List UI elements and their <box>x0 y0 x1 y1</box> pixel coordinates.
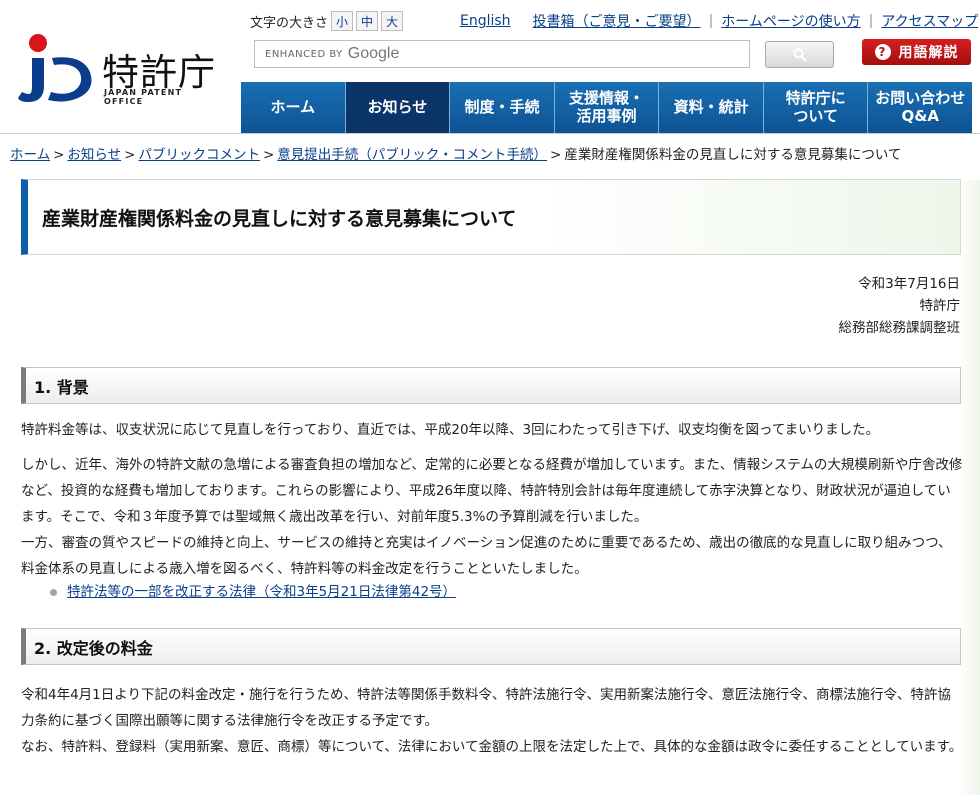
publication-date: 令和3年7月16日 <box>858 276 960 292</box>
nav-about[interactable]: 特許庁に ついて <box>762 82 868 133</box>
site-guide-link[interactable]: ホームページの使い方 <box>721 11 860 31</box>
nav-procedures[interactable]: 制度・手続 <box>449 82 554 133</box>
global-nav: ホーム お知らせ 制度・手続 支援情報・ 活用事例 資料・統計 特許庁に ついて… <box>241 82 973 133</box>
publication-info: 令和3年7月16日 特許庁 総務部総務課調整班 <box>839 273 961 339</box>
font-size-large-button[interactable]: 大 <box>381 11 404 31</box>
font-size-label: 文字の大きさ <box>250 15 329 31</box>
breadcrumb-home[interactable]: ホーム <box>10 147 50 163</box>
font-size-switcher: 文字の大きさ 小 中 大 <box>250 10 404 32</box>
nav-contact[interactable]: お問い合わせ Q&A <box>867 82 973 133</box>
search-input[interactable]: ENHANCED BY Google <box>254 40 750 68</box>
nav-statistics[interactable]: 資料・統計 <box>658 82 763 133</box>
glossary-label: 用語解説 <box>898 45 959 61</box>
publisher: 特許庁 <box>919 298 961 314</box>
breadcrumb-procedure[interactable]: 意見提出手続（パブリック・コメント手続） <box>277 147 547 163</box>
site-logo[interactable]: 特許庁 JAPAN PATENT OFFICE <box>18 28 218 106</box>
access-map-link[interactable]: アクセスマップ <box>881 11 978 31</box>
breadcrumb: ホーム > お知らせ > パブリックコメント > 意見提出手続（パブリック・コメント手続） >… <box>10 147 902 163</box>
english-link[interactable]: English <box>460 13 511 29</box>
page-title-box: 産業財産権関係料金の見直しに対する意見募集について <box>21 179 961 255</box>
paragraph: しかし、近年、海外の特許文献の急増による審査負担の増加など、定常的に必要となる経… <box>21 457 963 525</box>
glossary-button[interactable]: ? 用語解説 <box>862 39 971 65</box>
law-link[interactable]: 特許法等の一部を改正する法律（令和3年5月21日法律第42号） <box>67 581 456 603</box>
google-brand: Google <box>347 45 400 62</box>
search-button[interactable] <box>765 41 834 68</box>
feedback-link[interactable]: 投書箱（ご意見・ご要望） <box>533 11 701 31</box>
font-size-small-button[interactable]: 小 <box>331 11 354 31</box>
nav-support[interactable]: 支援情報・ 活用事例 <box>553 82 659 133</box>
site-header: 特許庁 JAPAN PATENT OFFICE 文字の大きさ 小 中 大 Eng… <box>0 0 980 134</box>
breadcrumb-news[interactable]: お知らせ <box>67 147 121 163</box>
paragraph: なお、特許料、登録料（実用新案、意匠、商標）等について、法律において金額の上限を… <box>21 739 963 755</box>
help-icon: ? <box>874 44 891 60</box>
jpo-logo-icon <box>18 34 92 102</box>
logo-english: JAPAN PATENT OFFICE <box>104 88 183 106</box>
breadcrumb-current: 産業財産権関係料金の見直しに対する意見募集について <box>564 147 902 163</box>
utility-links: English 投書箱（ご意見・ご要望） | ホームページの使い方 | アクセス… <box>460 10 978 32</box>
font-size-medium-button[interactable]: 中 <box>356 11 379 31</box>
nav-home[interactable]: ホーム <box>241 82 345 133</box>
bullet-icon <box>50 588 57 596</box>
nav-news[interactable]: お知らせ <box>344 82 450 133</box>
section-heading-revised-fees: 2. 改定後の料金 <box>21 628 961 665</box>
search-enhanced-by: ENHANCED BY <box>265 48 343 60</box>
breadcrumb-public-comment[interactable]: パブリックコメント <box>138 147 260 163</box>
background-decoration <box>960 180 980 795</box>
paragraph: 令和4年4月1日より下記の料金改定・施行を行うため、特許法等関係手数料令、特許法… <box>21 687 951 729</box>
department: 総務部総務課調整班 <box>838 320 961 336</box>
link-divider: | <box>708 13 714 29</box>
law-link-item: 特許法等の一部を改正する法律（令和3年5月21日法律第42号） <box>50 581 456 603</box>
search-icon <box>793 48 807 62</box>
paragraph: 一方、審査の質やスピードの維持と向上、サービスの維持と充実はイノベーション促進の… <box>21 535 952 577</box>
link-divider: | <box>868 13 874 29</box>
page-title: 産業財産権関係料金の見直しに対する意見募集について <box>42 207 517 230</box>
paragraph: 特許料金等は、収支状況に応じて見直しを行っており、直近では、平成20年以降、3回… <box>21 422 880 438</box>
section-heading-background: 1. 背景 <box>21 367 961 404</box>
